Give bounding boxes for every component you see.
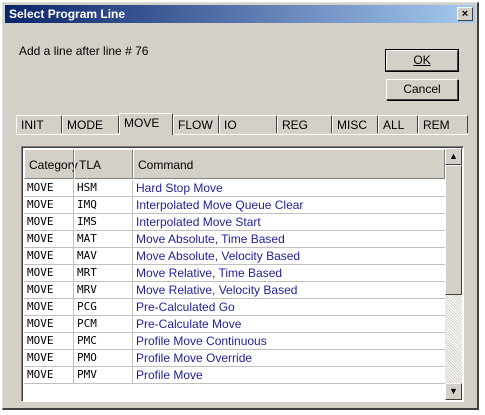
cell-tla: HSM: [74, 180, 133, 196]
tab-misc[interactable]: MISC: [332, 115, 378, 133]
table-row[interactable]: MOVE MAT Move Absolute, Time Based: [24, 231, 445, 248]
cell-command: Profile Move Override: [136, 351, 253, 365]
scroll-track[interactable]: [445, 295, 462, 383]
command-list[interactable]: Category TLA Command MOVE HSM Hard Stop Mo…: [21, 146, 464, 402]
cell-category: MOVE: [24, 214, 74, 230]
list-rows: MOVE HSM Hard Stop Move MOVE IMQ Interpolated…: [24, 180, 445, 384]
ok-button[interactable]: OK: [385, 49, 459, 72]
tab-move-label: MOVE: [124, 116, 160, 130]
column-header-command[interactable]: Command: [133, 149, 445, 179]
cell-tla: IMS: [74, 214, 133, 230]
cell-category: MOVE: [24, 282, 74, 298]
tab-init-label: INIT: [21, 118, 44, 132]
cell-command: Pre-Calculated Go: [136, 300, 235, 314]
tab-io[interactable]: IO: [219, 115, 277, 133]
cell-command: Profile Move Continuous: [136, 334, 267, 348]
table-row[interactable]: MOVE HSM Hard Stop Move: [24, 180, 445, 197]
scroll-up-button[interactable]: ▲: [445, 148, 462, 165]
table-row[interactable]: MOVE MRT Move Relative, Time Based: [24, 265, 445, 282]
cancel-button[interactable]: Cancel: [386, 79, 458, 100]
cell-tla: MAT: [74, 231, 133, 247]
tab-move[interactable]: MOVE: [119, 113, 173, 135]
scroll-up-icon: ▲: [449, 151, 458, 161]
cell-command: Hard Stop Move: [136, 181, 223, 195]
cell-command: Interpolated Move Start: [136, 215, 261, 229]
close-button[interactable]: ×: [457, 7, 473, 21]
tab-panel-edge: [16, 134, 468, 135]
tab-all[interactable]: ALL: [378, 115, 418, 133]
close-icon: ×: [461, 8, 469, 20]
scroll-down-icon: ▼: [449, 386, 458, 396]
tab-flow-label: FLOW: [178, 118, 213, 132]
tab-rem-label: REM: [423, 118, 450, 132]
tab-mode-label: MODE: [67, 118, 103, 132]
cell-category: MOVE: [24, 367, 74, 383]
table-row[interactable]: MOVE PCG Pre-Calculated Go: [24, 299, 445, 316]
table-row[interactable]: MOVE PMV Profile Move: [24, 367, 445, 384]
cell-category: MOVE: [24, 265, 74, 281]
cell-tla: IMQ: [74, 197, 133, 213]
cell-category: MOVE: [24, 316, 74, 332]
scroll-down-button[interactable]: ▼: [445, 383, 462, 400]
column-header-category[interactable]: Category: [24, 149, 78, 179]
title-bar[interactable]: Select Program Line ×: [5, 5, 475, 23]
cell-command: Move Relative, Velocity Based: [136, 283, 298, 297]
cell-category: MOVE: [24, 350, 74, 366]
cell-tla: PMV: [74, 367, 133, 383]
tab-init[interactable]: INIT: [16, 115, 62, 133]
table-row[interactable]: MOVE MAV Move Absolute, Velocity Based: [24, 248, 445, 265]
cell-category: MOVE: [24, 197, 74, 213]
tab-rem[interactable]: REM: [418, 115, 468, 133]
table-row[interactable]: MOVE IMS Interpolated Move Start: [24, 214, 445, 231]
table-row[interactable]: MOVE MRV Move Relative, Velocity Based: [24, 282, 445, 299]
insert-position-label: Add a line after line # 76: [19, 44, 149, 58]
cell-command: Pre-Calculate Move: [136, 317, 242, 331]
tab-reg-label: REG: [282, 118, 309, 132]
select-program-line-dialog: Select Program Line × Add a line after l…: [2, 2, 479, 410]
table-row[interactable]: MOVE PMC Profile Move Continuous: [24, 333, 445, 350]
window-title: Select Program Line: [9, 7, 126, 21]
ok-button-label: OK: [413, 53, 431, 67]
tab-misc-label: MISC: [337, 118, 367, 132]
cell-category: MOVE: [24, 180, 74, 196]
cell-command: Move Absolute, Velocity Based: [136, 249, 301, 263]
list-header: Category TLA Command: [24, 149, 445, 179]
cell-tla: PCG: [74, 299, 133, 315]
tab-io-label: IO: [224, 118, 237, 132]
tab-mode[interactable]: MODE: [62, 115, 119, 133]
cell-tla: MRV: [74, 282, 133, 298]
cell-command: Profile Move: [136, 368, 203, 382]
cell-command: Move Absolute, Time Based: [136, 232, 285, 246]
tab-reg[interactable]: REG: [277, 115, 332, 133]
table-row[interactable]: MOVE PCM Pre-Calculate Move: [24, 316, 445, 333]
cell-category: MOVE: [24, 333, 74, 349]
cell-tla: MRT: [74, 265, 133, 281]
cancel-button-label: Cancel: [403, 82, 441, 96]
tab-all-label: ALL: [383, 118, 405, 132]
scroll-thumb[interactable]: [445, 165, 462, 295]
tab-flow[interactable]: FLOW: [173, 115, 219, 133]
cell-tla: PMC: [74, 333, 133, 349]
cell-tla: PMO: [74, 350, 133, 366]
table-row[interactable]: MOVE PMO Profile Move Override: [24, 350, 445, 367]
column-header-tla-label: TLA: [79, 158, 102, 172]
table-row[interactable]: MOVE IMQ Interpolated Move Queue Clear: [24, 197, 445, 214]
cell-category: MOVE: [24, 248, 74, 264]
cell-command: Move Relative, Time Based: [136, 266, 283, 280]
vertical-scrollbar[interactable]: ▲ ▼: [445, 148, 462, 400]
cell-category: MOVE: [24, 299, 74, 315]
cell-command: Interpolated Move Queue Clear: [136, 198, 304, 212]
column-header-command-label: Command: [138, 158, 194, 172]
cell-tla: PCM: [74, 316, 133, 332]
cell-tla: MAV: [74, 248, 133, 264]
cell-category: MOVE: [24, 231, 74, 247]
column-header-tla[interactable]: TLA: [74, 149, 133, 179]
column-header-category-label: Category: [29, 158, 78, 172]
